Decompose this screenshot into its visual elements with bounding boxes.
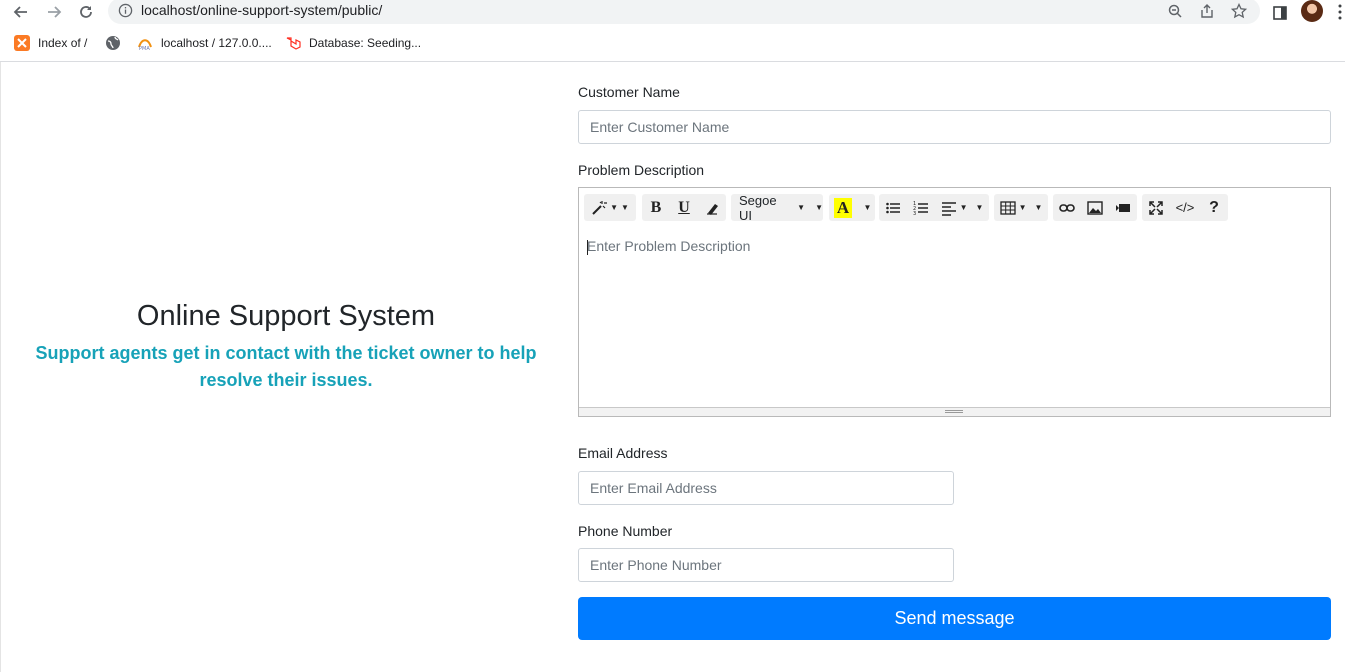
email-address-label: Email Address bbox=[578, 445, 668, 461]
bookmark-label: localhost / 127.0.0.... bbox=[161, 36, 272, 50]
link-button[interactable] bbox=[1053, 194, 1081, 221]
bookmark-index[interactable]: Index of / bbox=[14, 35, 87, 51]
bookmark-label: Database: Seeding... bbox=[309, 36, 422, 50]
rich-text-editor: ▼ ▼ B U Segoe UI ▼ ▼ A ▼ 1 2 3 ▼ ▼ ▼ ▼ <… bbox=[578, 187, 1331, 417]
insert-group bbox=[1053, 194, 1137, 221]
customer-name-input[interactable] bbox=[578, 110, 1331, 144]
table-dropdown[interactable]: ▼ ▼ bbox=[994, 194, 1048, 221]
help-button[interactable]: ? bbox=[1200, 194, 1228, 221]
highlight-letter: A bbox=[833, 197, 853, 218]
view-group: </> ? bbox=[1142, 194, 1228, 221]
page-title: Online Support System bbox=[136, 300, 436, 332]
editor-toolbar: ▼ ▼ B U Segoe UI ▼ ▼ A ▼ 1 2 3 ▼ ▼ ▼ ▼ <… bbox=[579, 188, 1330, 228]
resize-grip-icon[interactable] bbox=[945, 410, 963, 413]
email-address-input[interactable] bbox=[578, 471, 954, 505]
address-bar[interactable]: localhost/online-support-system/public/ bbox=[108, 0, 1260, 24]
forward-icon[interactable] bbox=[42, 1, 66, 23]
numbered-list-icon: 123 bbox=[913, 201, 928, 216]
underline-button[interactable]: U bbox=[670, 194, 698, 221]
chevron-down-icon: ▼ bbox=[815, 203, 823, 212]
phpmyadmin-icon: PMA bbox=[137, 35, 153, 51]
bold-button[interactable]: B bbox=[642, 194, 670, 221]
table-group: ▼ ▼ bbox=[994, 194, 1048, 221]
link-icon bbox=[1059, 203, 1075, 212]
share-icon[interactable] bbox=[1198, 2, 1216, 20]
picture-button[interactable] bbox=[1081, 194, 1109, 221]
bookmark-laravel[interactable]: Database: Seeding... bbox=[285, 35, 421, 51]
zoom-icon[interactable] bbox=[1166, 2, 1184, 20]
paragraph-group: 123 ▼ ▼ bbox=[879, 194, 989, 221]
back-icon[interactable] bbox=[9, 1, 33, 23]
editor-resize-bar[interactable] bbox=[579, 407, 1330, 416]
video-icon bbox=[1116, 203, 1130, 212]
align-left-icon bbox=[941, 201, 956, 216]
video-button[interactable] bbox=[1109, 194, 1137, 221]
fullscreen-icon bbox=[1149, 200, 1163, 215]
site-info-icon[interactable] bbox=[118, 3, 133, 18]
menu-kebab-icon[interactable] bbox=[1337, 3, 1343, 21]
color-dropdown[interactable]: ▼ bbox=[857, 194, 875, 221]
font-name-dropdown[interactable]: Segoe UI ▼ ▼ bbox=[731, 192, 823, 223]
customer-name-label: Customer Name bbox=[578, 84, 680, 100]
bullet-list-icon bbox=[886, 202, 900, 213]
image-icon bbox=[1087, 200, 1103, 215]
problem-description-editable[interactable]: Enter Problem Description bbox=[587, 238, 750, 254]
eraser-icon bbox=[707, 203, 718, 215]
profile-avatar[interactable] bbox=[1301, 0, 1323, 22]
bookmark-star-icon[interactable] bbox=[1230, 2, 1248, 20]
font-name-value: Segoe UI bbox=[739, 192, 777, 223]
font-style-group: B U bbox=[642, 194, 726, 221]
phone-number-label: Phone Number bbox=[578, 523, 673, 539]
ordered-list-button[interactable]: 123 bbox=[907, 194, 935, 221]
problem-description-label: Problem Description bbox=[578, 162, 705, 178]
bookmark-globe[interactable] bbox=[105, 35, 129, 51]
bookmarks-bar: Index of / PMA localhost / 127.0.0.... D… bbox=[0, 29, 1345, 57]
magic-wand-icon bbox=[592, 200, 608, 215]
bookmark-phpmyadmin[interactable]: PMA localhost / 127.0.0.... bbox=[137, 35, 272, 51]
bookmark-label: Index of / bbox=[38, 36, 88, 50]
laravel-icon bbox=[285, 35, 301, 51]
eraser-button[interactable] bbox=[698, 194, 726, 221]
paragraph-align-dropdown[interactable]: ▼ ▼ bbox=[935, 194, 989, 221]
svg-text:3: 3 bbox=[913, 211, 916, 216]
send-message-button[interactable]: Send message bbox=[578, 597, 1331, 640]
url-text[interactable]: localhost/online-support-system/public/ bbox=[141, 2, 382, 18]
unordered-list-button[interactable] bbox=[879, 194, 907, 221]
highlight-color-button[interactable]: A bbox=[829, 194, 857, 221]
globe-icon bbox=[105, 35, 121, 51]
page-content: Online Support System Support agents get… bbox=[0, 62, 1345, 672]
fullscreen-button[interactable] bbox=[1142, 194, 1170, 221]
color-group: A ▼ bbox=[829, 194, 875, 221]
xampp-icon bbox=[14, 35, 30, 51]
intro-section: Online Support System Support agents get… bbox=[21, 298, 551, 394]
style-dropdown[interactable]: ▼ ▼ bbox=[584, 194, 636, 221]
chevron-down-icon: ▼ bbox=[797, 203, 806, 212]
browser-toolbar: localhost/online-support-system/public/ bbox=[0, 0, 1345, 26]
svg-text:PMA: PMA bbox=[139, 46, 150, 51]
page-subtitle: Support agents get in contact with the t… bbox=[35, 343, 537, 390]
style-group: ▼ ▼ bbox=[584, 194, 636, 221]
code-view-button[interactable]: </> bbox=[1170, 194, 1200, 221]
chevron-down-icon: ▼ bbox=[863, 203, 872, 212]
side-panel-icon[interactable] bbox=[1270, 3, 1290, 23]
phone-number-input[interactable] bbox=[578, 548, 954, 582]
reload-icon[interactable] bbox=[74, 1, 98, 23]
table-icon bbox=[999, 200, 1016, 215]
